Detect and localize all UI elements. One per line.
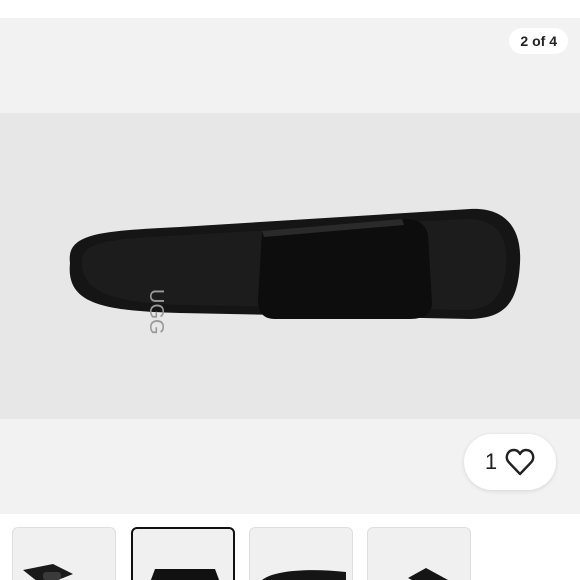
thumbnail-strip [0, 527, 580, 580]
like-button[interactable]: 1 [464, 434, 556, 490]
ugg-logo: UGG [145, 289, 167, 335]
top-strip [0, 0, 580, 18]
product-image-gallery[interactable]: UGG 2 of 4 1 [0, 0, 580, 514]
image-counter: 2 of 4 [509, 28, 568, 54]
like-count: 1 [484, 449, 498, 474]
thumbnail-4[interactable] [367, 527, 471, 580]
product-photo: UGG [0, 113, 580, 419]
thumbnail-1[interactable] [12, 527, 116, 580]
thumbnail-3[interactable] [249, 527, 353, 580]
thumbnail-2[interactable] [131, 527, 235, 580]
heart-icon [505, 448, 535, 476]
slide-sandal-image: UGG [69, 208, 521, 335]
